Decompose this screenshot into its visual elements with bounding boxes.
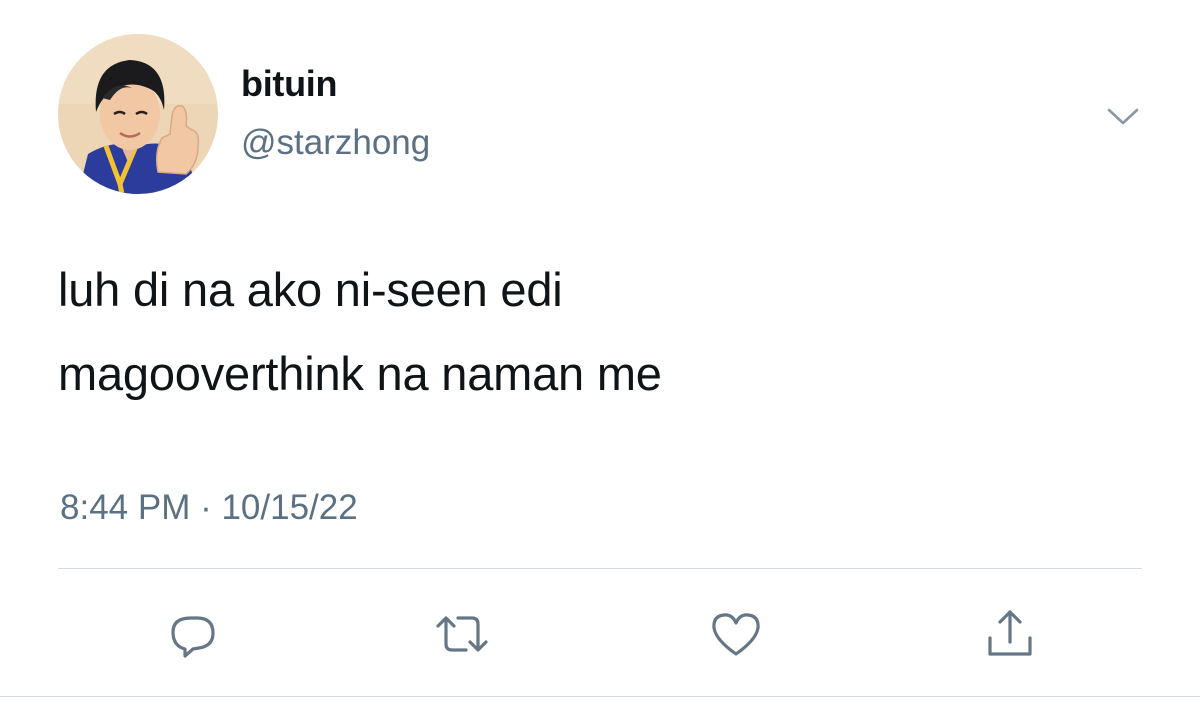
- divider: [0, 696, 1200, 697]
- share-button[interactable]: [980, 604, 1040, 664]
- tweet-text-line: magooverthink na naman me: [58, 347, 662, 400]
- tweet-timestamp[interactable]: 8:44 PM · 10/15/22: [60, 486, 358, 530]
- like-button[interactable]: [706, 604, 766, 664]
- like-icon: [708, 606, 764, 662]
- share-icon: [982, 606, 1038, 662]
- tweet-text-line: luh di na ako ni-seen edi: [58, 263, 563, 316]
- author-handle[interactable]: @starzhong: [241, 121, 430, 165]
- retweet-button[interactable]: [432, 604, 492, 664]
- retweet-icon: [432, 606, 492, 662]
- divider: [58, 568, 1142, 569]
- author-display-name[interactable]: bituin: [241, 62, 337, 106]
- reply-icon: [165, 606, 221, 662]
- reply-button[interactable]: [163, 604, 223, 664]
- tweet-text: luh di na ako ni-seen edi magooverthink …: [58, 248, 1158, 416]
- avatar[interactable]: [58, 34, 218, 194]
- chevron-down-icon[interactable]: [1103, 96, 1143, 136]
